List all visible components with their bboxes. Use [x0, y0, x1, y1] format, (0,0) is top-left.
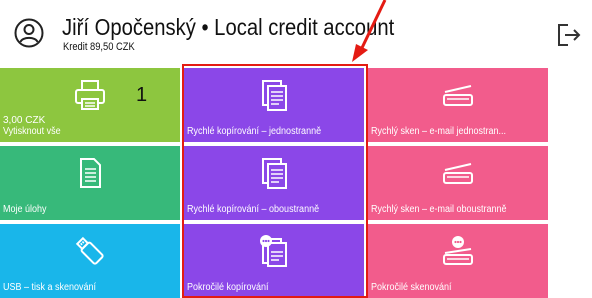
printer-icon [75, 80, 105, 110]
logout-icon[interactable] [556, 22, 582, 48]
advanced-scan-icon [443, 236, 473, 265]
scanner-icon [443, 85, 473, 106]
tile-quick-scan-email-duplex[interactable]: Rychlý sken – e-mail oboustranně [368, 146, 548, 220]
tile-label: Rychlý sken – e-mail oboustranně [371, 204, 507, 215]
tile-label: USB – tisk a skenování [3, 282, 97, 293]
usb-icon [75, 236, 104, 265]
copy-document-icon [262, 158, 287, 189]
tile-label: Rychlé kopírování – oboustranně [187, 204, 320, 215]
credit-balance: Kredit 89,50 CZK [63, 41, 135, 53]
user-avatar-icon[interactable] [14, 18, 44, 48]
document-icon [80, 158, 101, 188]
copy-document-icon [262, 80, 287, 111]
tile-advanced-scan[interactable]: Pokročilé skenování [368, 224, 548, 298]
tile-advanced-copy[interactable]: Pokročilé kopírování [184, 224, 364, 298]
tile-price: 3,00 CZK [3, 115, 46, 126]
scanner-icon [443, 163, 473, 184]
tile-label: Pokročilé kopírování [187, 282, 269, 293]
tile-label: Rychlé kopírování – jednostranně [187, 126, 322, 137]
tile-label: Vytisknout vše [3, 126, 61, 137]
advanced-copy-icon [260, 235, 287, 267]
tile-label: Pokročilé skenování [371, 282, 452, 293]
tile-label: Rychlý sken – e-mail jednostran... [371, 126, 507, 137]
tile-usb-print-scan[interactable]: USB – tisk a skenování [0, 224, 180, 298]
header-bar: Jiří Opočenský • Local credit account Kr… [0, 0, 592, 66]
tile-quick-copy-duplex[interactable]: Rychlé kopírování – oboustranně [184, 146, 364, 220]
function-tile-grid: 1 3,00 CZK Vytisknout vše Rychlé kopírov… [0, 68, 548, 298]
tile-quick-copy-simplex[interactable]: Rychlé kopírování – jednostranně [184, 68, 364, 142]
tile-label: Moje úlohy [3, 204, 47, 215]
tile-quick-scan-email-simplex[interactable]: Rychlý sken – e-mail jednostran... [368, 68, 548, 142]
user-name: Jiří Opočenský • Local credit account [62, 14, 395, 40]
tile-print-all[interactable]: 1 3,00 CZK Vytisknout vše [0, 68, 180, 142]
job-count-badge: 1 [136, 84, 148, 106]
tile-my-jobs[interactable]: Moje úlohy [0, 146, 180, 220]
